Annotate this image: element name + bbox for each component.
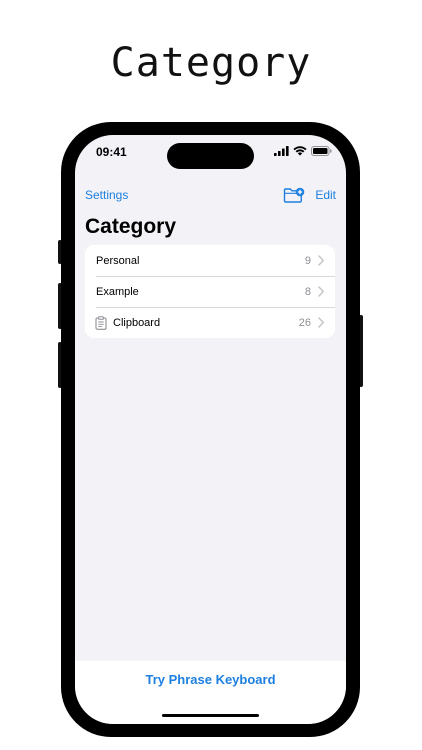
phone-screen: 09:41 Settings Edit Category Personal 9 … [75,135,346,724]
edit-button[interactable]: Edit [315,188,336,202]
category-row-personal[interactable]: Personal 9 [85,245,335,276]
folder-plus-icon[interactable] [283,187,305,203]
clipboard-icon [95,315,107,330]
cellular-signal-icon [274,146,289,156]
navigation-bar: Settings Edit [75,187,346,207]
category-label: Clipboard [113,316,161,329]
category-label: Example [96,285,139,298]
status-icons [274,146,332,156]
settings-button[interactable]: Settings [85,188,128,202]
category-count: 9 [304,254,311,267]
chevron-right-icon [318,317,324,328]
status-bar: 09:41 [75,135,346,171]
category-row-clipboard[interactable]: Clipboard 26 [85,307,335,338]
category-label: Personal [96,254,140,267]
promo-headline: Category [110,40,312,86]
chevron-right-icon [318,286,324,297]
phone-frame: 09:41 Settings Edit Category Personal 9 … [61,122,360,737]
home-indicator[interactable] [162,714,259,717]
chevron-right-icon [318,255,324,266]
dynamic-island [167,143,254,169]
bottom-toolbar: Try Phrase Keyboard [75,661,346,724]
category-count: 8 [304,285,311,298]
status-time: 09:41 [96,145,127,159]
category-row-example[interactable]: Example 8 [85,276,335,307]
wifi-icon [293,146,307,156]
try-phrase-keyboard-button[interactable]: Try Phrase Keyboard [75,672,346,687]
page-title: Category [85,215,177,238]
battery-icon [311,146,332,156]
category-list: Personal 9 Example 8 Clipboard 26 [85,245,335,338]
category-count: 26 [298,316,311,329]
